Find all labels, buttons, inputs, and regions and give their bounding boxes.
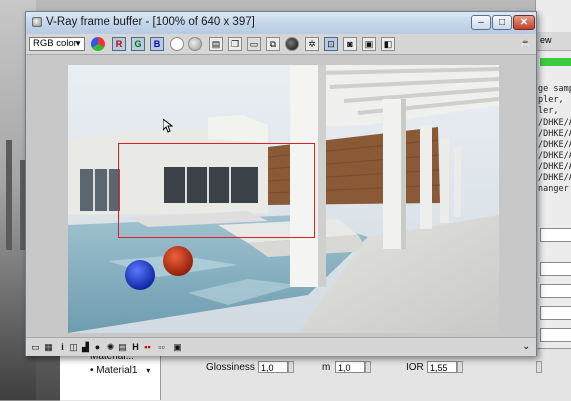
clear-image-icon[interactable]: ▭ <box>247 37 261 51</box>
zoom-icon[interactable]: ✲ <box>305 37 319 51</box>
panel-spinner[interactable] <box>540 228 571 242</box>
green-channel-button[interactable]: G <box>131 37 145 51</box>
settings-icon[interactable]: ✺ <box>105 341 116 353</box>
title-bar[interactable]: V-Ray frame buffer - [100% of 640 x 397]… <box>26 12 536 34</box>
link-to-render-icon[interactable]: ◙ <box>343 37 357 51</box>
vfb-toolbar: RGB color ▼ R G B ▤ ❐ ▭ ⧉ ✲ ⊡ ◙ ▣ ◧ ☕ <box>26 34 536 55</box>
log-line: pler, <box>538 95 564 105</box>
log-line: /DHKE/A <box>538 129 571 139</box>
column <box>454 147 461 217</box>
color-channels-icon[interactable] <box>91 37 105 51</box>
panel-spinner[interactable] <box>540 328 571 342</box>
duplicate-icon[interactable]: ⧉ <box>266 37 280 51</box>
pixel-aspect-icon[interactable]: ▫▫ <box>156 341 167 353</box>
ior-input[interactable]: 1,55 <box>427 361 457 373</box>
stereo-icon[interactable]: ▣ <box>172 341 183 353</box>
history-icon[interactable]: H <box>130 341 141 353</box>
progress-bar <box>540 58 571 66</box>
command-panel-tab-label: ew <box>540 35 552 45</box>
channel-select[interactable]: RGB color ▼ <box>29 37 85 51</box>
log-line: ler, <box>538 106 559 116</box>
dropdown-arrow-icon[interactable]: ▾ <box>146 366 150 375</box>
ior-label: IOR <box>406 362 424 373</box>
curve-icon[interactable]: ▟ <box>80 341 91 353</box>
ior-spinner[interactable] <box>457 361 463 373</box>
column <box>420 125 432 229</box>
show-window-icon[interactable]: ▭ <box>30 341 41 353</box>
vfb-statusbar: ▭ ▦ i ◫ ▟ ● ✺ ▤ H ▪▪ ▫▫ ▣ ⌄ <box>26 337 536 356</box>
monochrome-icon[interactable] <box>188 37 202 51</box>
m-spinner[interactable] <box>365 361 371 373</box>
alpha-channel-icon[interactable] <box>170 37 184 51</box>
log-line: ge samp <box>538 84 571 94</box>
glossiness-input[interactable]: 1,0 <box>258 361 288 373</box>
glossiness-spinner[interactable] <box>288 361 294 373</box>
log-line: /DHKE/A <box>538 151 571 161</box>
blue-sphere <box>125 260 155 290</box>
lut-icon[interactable]: ▤ <box>117 341 128 353</box>
panel-spinner[interactable] <box>536 361 542 373</box>
vray-app-icon <box>32 17 42 27</box>
render-viewport[interactable] <box>26 55 536 337</box>
red-channel-button[interactable]: R <box>112 37 126 51</box>
panel-spinner[interactable] <box>540 262 571 276</box>
render-region-box[interactable] <box>118 143 315 238</box>
window-title: V-Ray frame buffer - [100% of 640 x 397] <box>46 16 255 28</box>
glossiness-label: Glossiness <box>206 362 255 373</box>
material-tree-label: Material1 <box>96 365 138 376</box>
vray-frame-buffer-window[interactable]: V-Ray frame buffer - [100% of 640 x 397]… <box>25 11 537 356</box>
teapot-render-icon[interactable]: ☕ <box>519 37 533 51</box>
exposure-icon[interactable]: ● <box>92 341 103 353</box>
info-icon[interactable]: i <box>57 341 68 353</box>
load-image-icon[interactable]: ❐ <box>228 37 242 51</box>
minimize-button[interactable]: – <box>471 15 491 30</box>
m-label: m <box>322 362 331 373</box>
rendered-image[interactable] <box>68 65 499 333</box>
m-input[interactable]: 1,0 <box>335 361 365 373</box>
level-icon[interactable]: ◫ <box>68 341 79 353</box>
log-line: nanger <box>538 184 569 194</box>
stamp-icon[interactable]: ▦ <box>43 341 54 353</box>
log-line: /DHKE/A <box>538 118 571 128</box>
column <box>440 139 449 223</box>
log-line: /DHKE/A <box>538 173 571 183</box>
close-button[interactable]: ✕ <box>513 15 535 30</box>
save-image-icon[interactable]: ▤ <box>209 37 223 51</box>
log-line: /DHKE/A <box>538 140 571 150</box>
lens-effects-icon[interactable]: ◧ <box>381 37 395 51</box>
viewport-post <box>6 140 12 250</box>
column <box>383 99 401 249</box>
command-panel-tab[interactable]: ew <box>536 32 571 51</box>
blue-channel-button[interactable]: B <box>150 37 164 51</box>
panel-checkbox[interactable] <box>540 284 571 298</box>
maximize-button[interactable]: □ <box>492 15 512 30</box>
channel-select-value: RGB color <box>33 38 77 49</box>
mouse-cursor-icon <box>163 119 173 133</box>
log-line: /DHKE/A <box>538 162 571 172</box>
track-mouse-icon[interactable] <box>285 37 299 51</box>
region-render-icon[interactable]: ⊡ <box>324 37 338 51</box>
red-sphere <box>163 246 193 276</box>
show-corrections-icon[interactable]: ▣ <box>362 37 376 51</box>
panel-spinner[interactable] <box>540 306 571 320</box>
dropdown-arrow-icon: ▼ <box>74 39 82 48</box>
compare-icon[interactable]: ▪▪ <box>142 341 153 353</box>
material-tree-item[interactable]: • Material1 ▾ <box>90 365 150 376</box>
expand-chevron-icon[interactable]: ⌄ <box>522 341 530 352</box>
command-panel: ew ge samp pler, ler, /DHKE/A /DHKE/A /D… <box>535 0 571 360</box>
